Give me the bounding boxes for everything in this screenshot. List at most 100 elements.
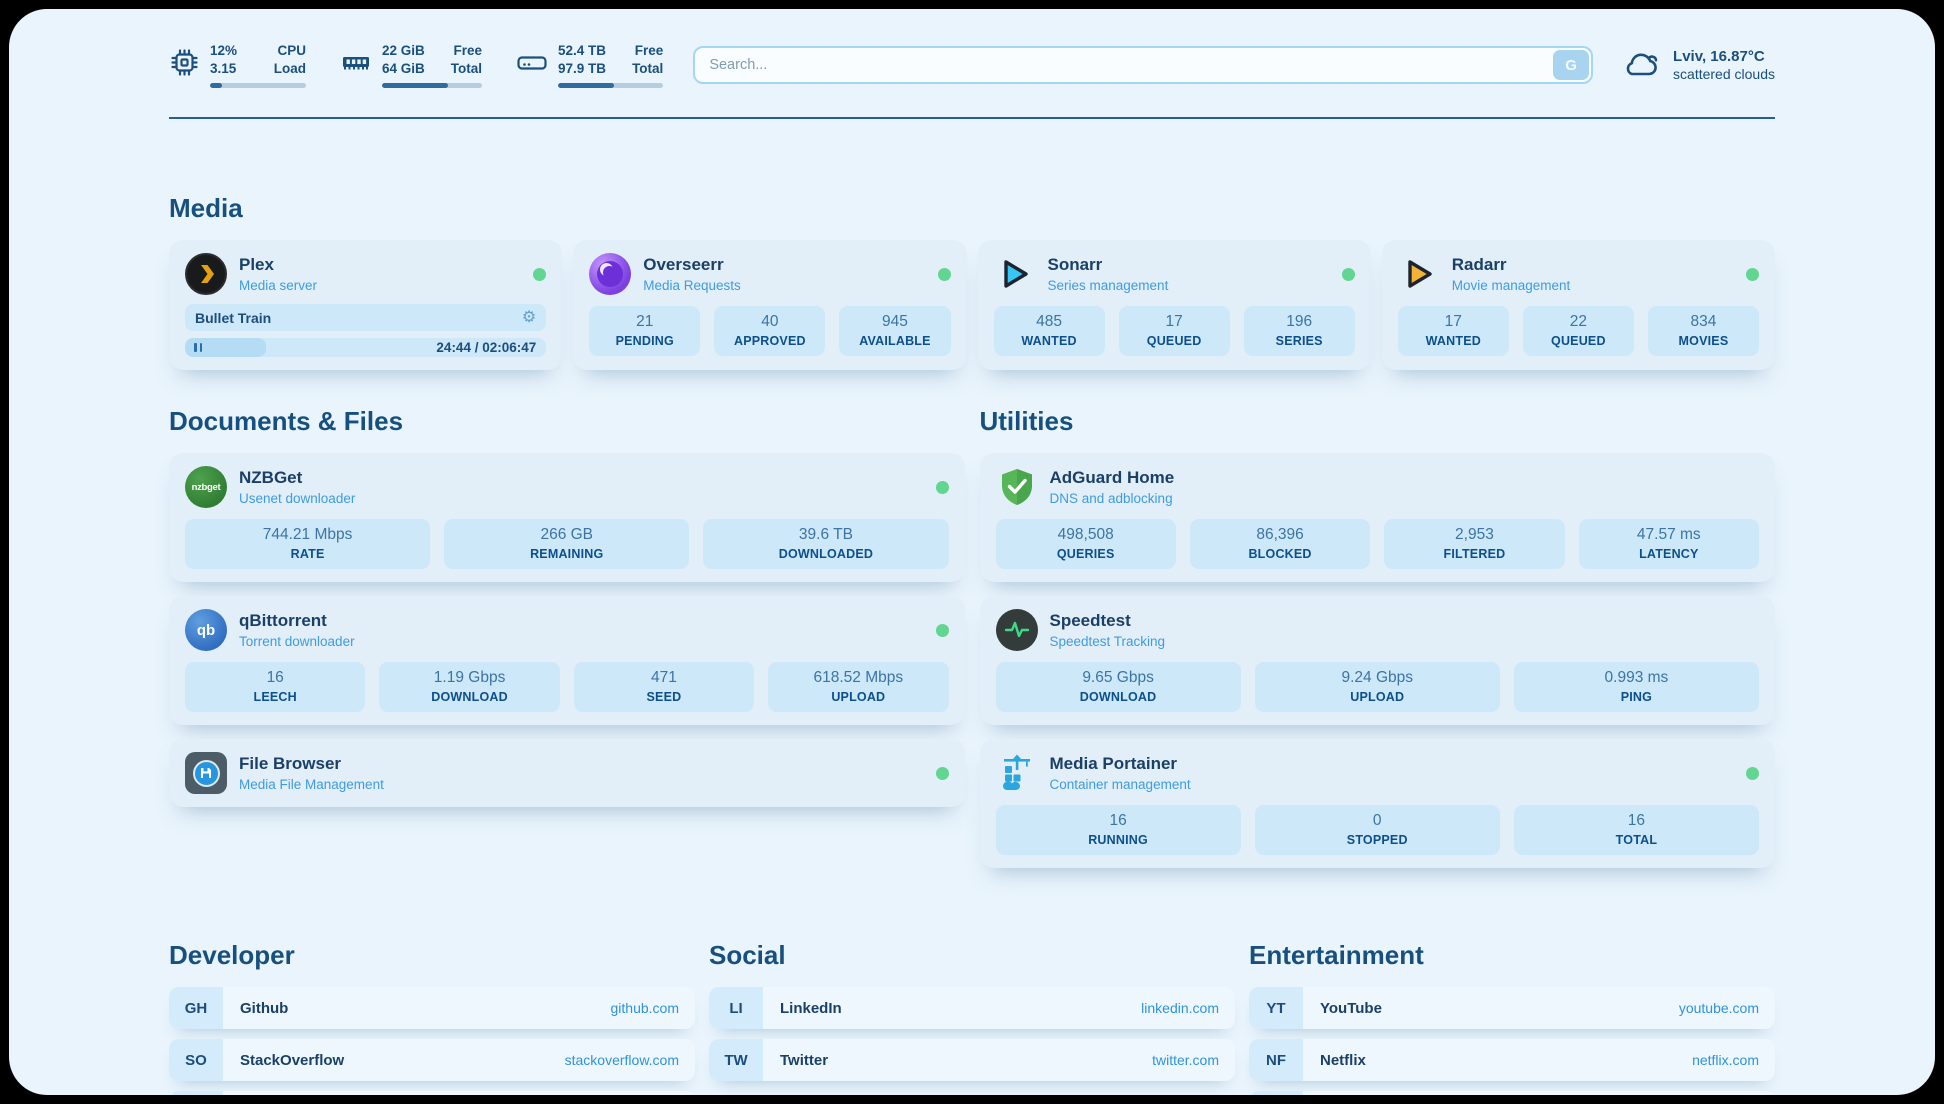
bookmark-url: linkedin.com (1141, 1000, 1219, 1016)
bookmark-netflix[interactable]: NF Netflix netflix.com (1249, 1039, 1775, 1081)
app-link-plex[interactable]: Plex Media server (185, 253, 546, 295)
cloud-icon (1621, 45, 1663, 86)
bookmark-url: netflix.com (1692, 1052, 1759, 1068)
filebrowser-icon (185, 752, 227, 794)
app-link-qbittorrent[interactable]: qb qBittorrent Torrent downloader (185, 609, 949, 651)
weather-condition: scattered clouds (1673, 66, 1775, 82)
cpu-label-1: CPU (277, 42, 306, 60)
bookmark-linkedin[interactable]: LI LinkedIn linkedin.com (709, 987, 1235, 1029)
app-description: Speedtest Tracking (1050, 634, 1166, 649)
cpu-load-value: 3.15 (210, 60, 236, 78)
stat-box: 40 APPROVED (714, 306, 825, 356)
stat-box: 498,508 QUERIES (996, 519, 1176, 569)
bookmark-tag: YT (1249, 987, 1303, 1029)
section-title-developer: Developer (169, 940, 695, 971)
status-dot-online (936, 481, 949, 494)
disk-label-2: Total (632, 60, 663, 78)
app-card-speedtest: Speedtest Speedtest Tracking 9.65 Gbps D… (980, 596, 1776, 725)
bookmark-twitter[interactable]: TW Twitter twitter.com (709, 1039, 1235, 1081)
bookmark-tag: NF (1249, 1039, 1303, 1081)
ram-total-value: 64 GiB (382, 60, 425, 78)
stat-box: 47.57 ms LATENCY (1579, 519, 1759, 569)
cpu-progress-fill (210, 83, 222, 88)
bookmark-url: github.com (611, 1000, 679, 1016)
stat-box: 16 TOTAL (1514, 805, 1759, 855)
qbittorrent-icon: qb (185, 609, 227, 651)
section-title-utilities: Utilities (980, 406, 1776, 437)
app-card-nzbget: nzbget NZBGet Usenet downloader 744.21 M… (169, 453, 965, 582)
bookmark-name: LinkedIn (780, 1000, 842, 1017)
search-input[interactable] (693, 46, 1593, 84)
dashboard-page: 12% CPU 3.15 Load (9, 9, 1935, 1095)
disk-progress-fill (558, 83, 614, 88)
app-link-sonarr[interactable]: Sonarr Series management (994, 253, 1355, 295)
cpu-icon (169, 47, 200, 83)
gear-icon[interactable]: ⚙ (522, 310, 536, 326)
status-dot-online (1746, 268, 1759, 281)
stat-box: 471 SEED (574, 662, 754, 712)
app-link-adguard[interactable]: AdGuard Home DNS and adblocking (996, 466, 1760, 508)
now-playing-row: Bullet Train ⚙ (185, 304, 546, 331)
speedtest-icon (996, 609, 1038, 651)
cpu-sensor: 12% CPU 3.15 Load (169, 42, 306, 87)
app-link-speedtest[interactable]: Speedtest Speedtest Tracking (996, 609, 1760, 651)
bookmark-name: Github (240, 1000, 288, 1017)
pause-icon[interactable] (194, 343, 197, 352)
bookmark-name: YouTube (1320, 1000, 1382, 1017)
bookmark-name: StackOverflow (240, 1052, 344, 1069)
app-name: Overseerr (643, 255, 741, 275)
app-name: Media Portainer (1050, 754, 1191, 774)
bookmark-github[interactable]: GH Github github.com (169, 987, 695, 1029)
playback-progress-bar: 24:44 / 02:06:47 (185, 338, 546, 357)
app-link-radarr[interactable]: Radarr Movie management (1398, 253, 1759, 295)
ram-label-2: Total (451, 60, 482, 78)
stat-box: 945 AVAILABLE (839, 306, 950, 356)
sonarr-icon (994, 253, 1036, 295)
app-card-portainer: Media Portainer Container management 16 … (980, 739, 1776, 868)
portainer-icon (996, 752, 1038, 794)
app-name: Speedtest (1050, 611, 1166, 631)
bookmark-reddit[interactable]: RE Reddit reddit.com (1249, 1091, 1775, 1095)
stat-box: 21 PENDING (589, 306, 700, 356)
app-description: Media File Management (239, 777, 384, 792)
bookmark-url: twitter.com (1152, 1052, 1219, 1068)
bookmark-dev[interactable]: DT DEV dev.to (169, 1091, 695, 1095)
app-description: Media server (239, 278, 317, 293)
status-dot-online (1746, 767, 1759, 780)
bookmark-url: youtube.com (1679, 1000, 1759, 1016)
top-bar: 12% CPU 3.15 Load (169, 39, 1775, 91)
app-card-qbittorrent: qb qBittorrent Torrent downloader 16 LEE… (169, 596, 965, 725)
stat-box: 0.993 ms PING (1514, 662, 1759, 712)
stat-box: 9.65 Gbps DOWNLOAD (996, 662, 1241, 712)
media-cards-row: Plex Media server Bullet Train ⚙ 24:44 /… (169, 240, 1775, 370)
stat-box: 2,953 FILTERED (1384, 519, 1564, 569)
stat-box: 834 MOVIES (1648, 306, 1759, 356)
app-card-sonarr: Sonarr Series management 485 WANTED 17 Q… (978, 240, 1371, 370)
app-link-overseerr[interactable]: Overseerr Media Requests (589, 253, 950, 295)
google-search-button[interactable]: G (1553, 50, 1589, 80)
app-name: qBittorrent (239, 611, 355, 631)
app-link-filebrowser[interactable]: File Browser Media File Management (185, 752, 949, 794)
bookmark-youtube[interactable]: YT YouTube youtube.com (1249, 987, 1775, 1029)
weather-widget: Lviv, 16.87°C scattered clouds (1621, 45, 1775, 86)
cpu-label-2: Load (274, 60, 306, 78)
app-description: Series management (1048, 278, 1169, 293)
now-playing-title: Bullet Train (195, 310, 271, 326)
app-link-portainer[interactable]: Media Portainer Container management (996, 752, 1760, 794)
app-description: Media Requests (643, 278, 741, 293)
stat-box: 86,396 BLOCKED (1190, 519, 1370, 569)
app-description: Movie management (1452, 278, 1571, 293)
stat-box: 16 RUNNING (996, 805, 1241, 855)
bookmark-name: Twitter (780, 1052, 828, 1069)
utilities-column: Utilities AdGuard Home (980, 406, 1776, 868)
bookmark-tag: SO (169, 1039, 223, 1081)
stat-box: 0 STOPPED (1255, 805, 1500, 855)
section-title-documents: Documents & Files (169, 406, 965, 437)
bookmark-stackoverflow[interactable]: SO StackOverflow stackoverflow.com (169, 1039, 695, 1081)
app-link-nzbget[interactable]: nzbget NZBGet Usenet downloader (185, 466, 949, 508)
disk-label-1: Free (635, 42, 664, 60)
search-bar: G (693, 46, 1593, 84)
stat-box: 16 LEECH (185, 662, 365, 712)
app-name: Sonarr (1048, 255, 1169, 275)
status-dot-online (936, 767, 949, 780)
